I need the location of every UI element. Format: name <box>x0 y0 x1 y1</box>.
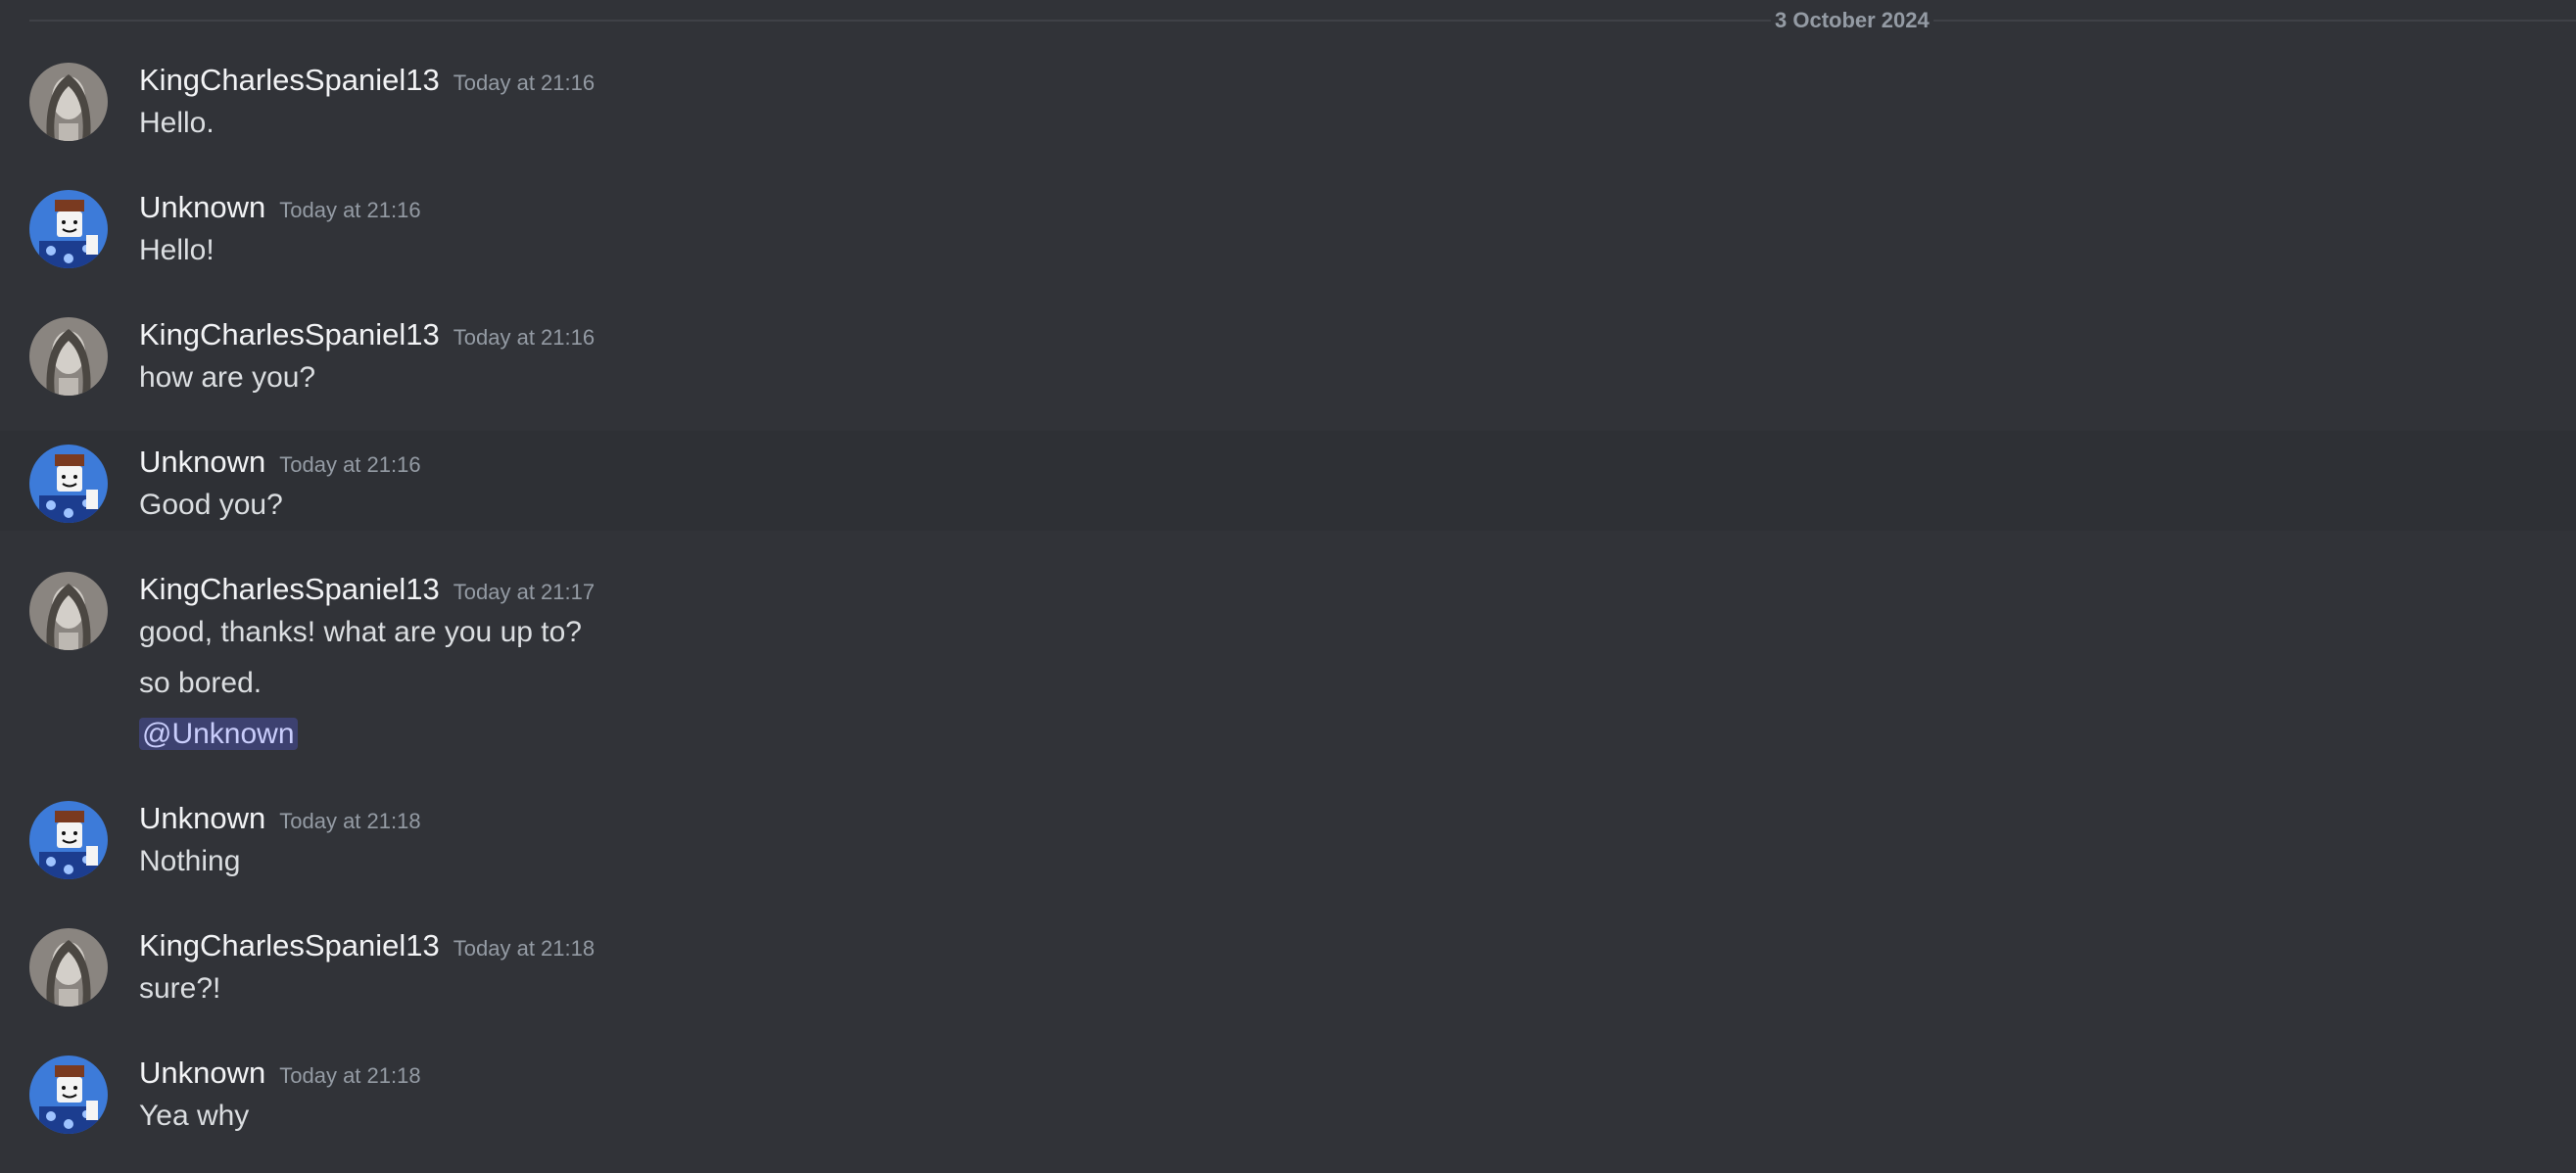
avatar-kingcharlesspaniel13[interactable] <box>29 572 108 650</box>
message-text: how are you? <box>139 361 316 394</box>
date-divider-line <box>29 20 2576 22</box>
avatar-kingcharlesspaniel13[interactable] <box>29 317 108 396</box>
avatar-unknown[interactable] <box>29 1056 108 1134</box>
message-text: Hello! <box>139 234 215 266</box>
timestamp[interactable]: Today at 21:18 <box>279 809 420 833</box>
username[interactable]: KingCharlesSpaniel13 <box>139 928 440 962</box>
username[interactable]: KingCharlesSpaniel13 <box>139 572 440 606</box>
timestamp[interactable]: Today at 21:18 <box>279 1063 420 1088</box>
username[interactable]: Unknown <box>139 445 265 479</box>
message-text: Hello. <box>139 107 215 139</box>
message-item[interactable]: KingCharlesSpaniel13 Today at 21:16 Hello… <box>0 49 2576 157</box>
avatar-kingcharlesspaniel13[interactable] <box>29 928 108 1007</box>
timestamp[interactable]: Today at 21:16 <box>453 70 595 95</box>
avatar-unknown[interactable] <box>29 445 108 523</box>
message-text: so bored. <box>139 667 262 699</box>
user-mention[interactable]: @Unknown <box>139 718 298 750</box>
date-divider: 3 October 2024 <box>1771 6 1933 35</box>
timestamp[interactable]: Today at 21:16 <box>279 198 420 222</box>
message-text: good, thanks! what are you up to? <box>139 616 582 648</box>
avatar-unknown[interactable] <box>29 801 108 879</box>
message-list: 3 October 2024 KingCharlesSpaniel13 Today… <box>0 0 2576 1173</box>
username[interactable]: Unknown <box>139 1056 265 1090</box>
timestamp[interactable]: Today at 21:16 <box>453 325 595 350</box>
timestamp[interactable]: Today at 21:16 <box>279 452 420 477</box>
message-item[interactable]: KingCharlesSpaniel13 Today at 21:17 good,… <box>0 558 2576 764</box>
message-item[interactable]: KingCharlesSpaniel13 Today at 21:16 how a… <box>0 304 2576 411</box>
message-item[interactable]: Unknown Today at 21:18 Nothing <box>0 787 2576 895</box>
username[interactable]: KingCharlesSpaniel13 <box>139 317 440 352</box>
message-text: Good you? <box>139 489 283 521</box>
message-text: Nothing <box>139 845 241 877</box>
timestamp[interactable]: Today at 21:18 <box>453 936 595 961</box>
message-item[interactable]: Unknown Today at 21:16 Good you? <box>0 431 2576 531</box>
avatar-kingcharlesspaniel13[interactable] <box>29 63 108 141</box>
message-item[interactable]: KingCharlesSpaniel13 Today at 21:18 sure?… <box>0 915 2576 1022</box>
message-item[interactable]: Unknown Today at 21:16 Hello! <box>0 176 2576 284</box>
message-text: @Unknown <box>139 715 298 754</box>
timestamp[interactable]: Today at 21:17 <box>453 580 595 604</box>
username[interactable]: KingCharlesSpaniel13 <box>139 63 440 97</box>
message-text: sure?! <box>139 972 221 1005</box>
message-item[interactable]: Unknown Today at 21:18 Yea why <box>0 1042 2576 1159</box>
message-text: Yea why <box>139 1100 250 1132</box>
avatar-unknown[interactable] <box>29 190 108 268</box>
username[interactable]: Unknown <box>139 801 265 835</box>
username[interactable]: Unknown <box>139 190 265 224</box>
